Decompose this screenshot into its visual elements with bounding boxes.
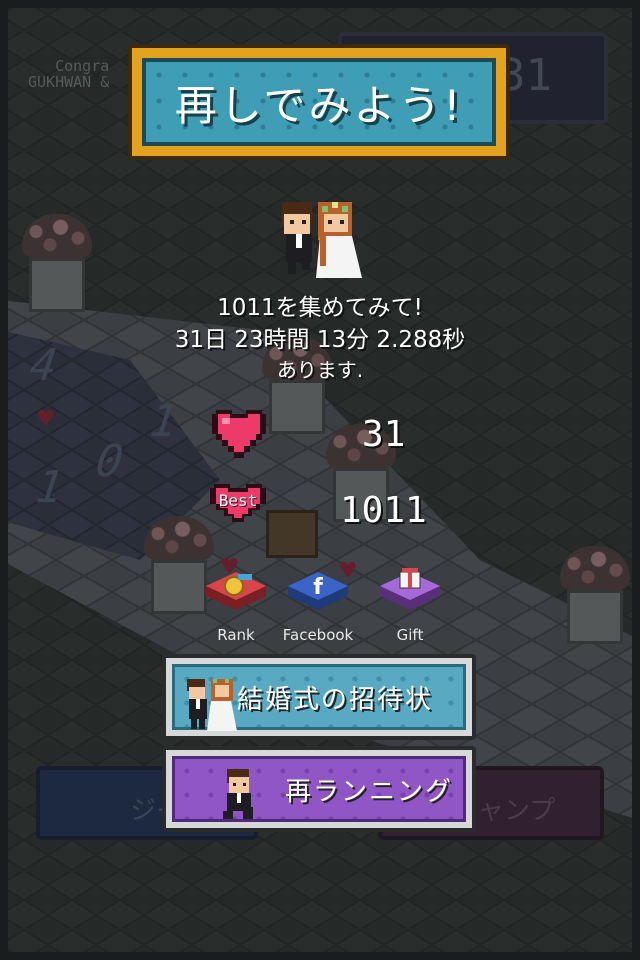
rerun-button-label: 再ランニング [285, 776, 454, 807]
facebook-icon: f [288, 572, 348, 610]
gift-icon [380, 568, 440, 610]
retry-button-label: 再しでみよう! [174, 80, 464, 130]
retry-button-face: 再しでみよう! [142, 58, 496, 146]
message-line-2: 31日 23時間 13分 2.288秒 [174, 327, 466, 353]
message-line-1: 1011を集めてみて! [217, 295, 423, 321]
best-label: Best [218, 491, 258, 510]
couple-icon [187, 679, 237, 731]
current-score: 31 [362, 414, 406, 455]
rerun-button-face: 再ランニング [172, 756, 466, 822]
rerun-button[interactable]: 再ランニング [162, 746, 476, 832]
invitation-button-face: 結婚式の招待状 [172, 664, 466, 731]
best-heart-badge: Best [208, 480, 268, 526]
facebook-label: Facebook [282, 626, 354, 644]
gift-button[interactable]: Gift [374, 568, 446, 644]
svg-text:f: f [313, 575, 323, 600]
rank-button[interactable]: Rank [200, 568, 272, 644]
gift-label: Gift [396, 626, 424, 644]
rank-label: Rank [217, 626, 255, 644]
couple-sprite-icon [282, 202, 362, 278]
rank-medal-icon [206, 572, 266, 610]
invitation-button-label: 結婚式の招待状 [237, 684, 434, 715]
retry-button[interactable]: 再しでみよう! [128, 44, 510, 160]
heart-icon [212, 410, 266, 458]
best-score: 1011 [340, 490, 427, 531]
wedding-invitation-button[interactable]: 結婚式の招待状 [162, 654, 476, 740]
runner-icon [223, 769, 253, 819]
message-line-3: あります. [276, 358, 364, 382]
facebook-button[interactable]: f Facebook [282, 568, 354, 644]
